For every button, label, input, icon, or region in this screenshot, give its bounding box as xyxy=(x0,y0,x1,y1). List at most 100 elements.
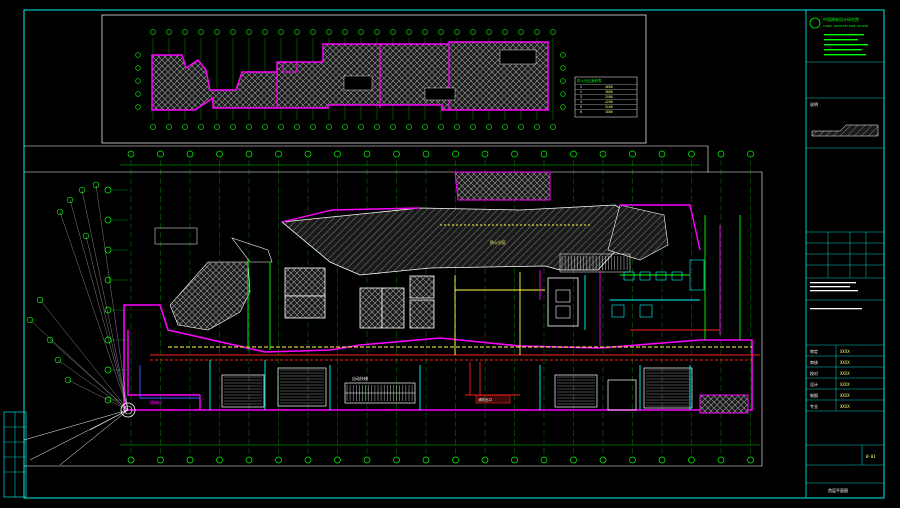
grid-bubble-icon xyxy=(454,124,460,130)
grid-bubble-icon xyxy=(363,456,371,464)
sheet-title: 首层平面图 xyxy=(828,487,848,493)
signoff-label: 审核 xyxy=(810,359,818,365)
stair-cores-lower xyxy=(221,367,693,411)
grid-bubble-icon xyxy=(452,150,459,158)
section-detail-sketch xyxy=(811,124,879,137)
legend-area: 4600 xyxy=(605,85,613,89)
grid-bubble-icon xyxy=(393,150,400,158)
grid-bubble-icon xyxy=(182,29,188,35)
grid-bubble-icon xyxy=(502,29,508,35)
company-logo-icon xyxy=(809,17,821,29)
grid-bubble-icon xyxy=(481,150,489,158)
grid-bubble-icon xyxy=(599,456,607,464)
legend-zone: 2 xyxy=(580,90,582,94)
grid-bubble-icon xyxy=(358,124,364,130)
grid-bubble-icon xyxy=(245,456,253,464)
grid-bubble-icon xyxy=(422,456,430,464)
grid-bubble-icon xyxy=(310,29,316,35)
grid-bubble-icon xyxy=(166,124,172,130)
grid-bubble-icon xyxy=(560,104,566,110)
notes-section-label: 说明 xyxy=(810,101,818,107)
grid-bubble-icon xyxy=(135,52,141,58)
signoff-label: 制图 xyxy=(810,392,818,398)
signoff-table: 审定 XXXX 审核 XXXX 校对 XXXX 设计 XXXX 制图 XXXX … xyxy=(806,345,884,412)
grid-bubble-icon xyxy=(135,65,141,71)
grid-bubble-icon xyxy=(104,276,112,284)
signoff-label: 设计 xyxy=(810,381,818,387)
grid-bubble-icon xyxy=(326,124,332,130)
grid-bubble-icon xyxy=(390,124,396,130)
grid-bubble-icon xyxy=(198,29,204,35)
legend-area: 3800 xyxy=(605,90,613,94)
grid-bubble-icon xyxy=(214,29,220,35)
grid-bubble-icon xyxy=(422,124,428,130)
stair-block-left xyxy=(169,261,251,331)
grid-bubble-icon xyxy=(454,29,460,35)
legend-area: 1800 xyxy=(605,110,613,114)
grid-bubble-icon xyxy=(747,150,754,158)
signoff-value: XXXX xyxy=(840,382,850,387)
grid-bubble-icon xyxy=(511,456,518,464)
legend-area: 4200 xyxy=(605,100,613,104)
grid-bubble-icon xyxy=(470,29,476,35)
grid-bubble-icon xyxy=(570,456,577,464)
grid-bubble-icon xyxy=(186,456,194,464)
signoff-label: 审定 xyxy=(810,348,818,354)
grid-bubble-icon xyxy=(747,456,754,464)
grid-bubble-icon xyxy=(135,91,141,97)
grid-bubble-icon xyxy=(230,29,236,35)
signoff-value: XXXX xyxy=(840,349,850,354)
grid-bubble-icon xyxy=(422,150,430,158)
legend-zone: 6 xyxy=(580,110,582,114)
grid-bubble-icon xyxy=(334,456,341,464)
grid-bubble-icon xyxy=(363,150,371,158)
grid-bubble-icon xyxy=(104,216,112,224)
grid-bubble-icon xyxy=(438,124,444,130)
grid-bubble-icon xyxy=(278,124,284,130)
grid-bubble-icon xyxy=(374,124,380,130)
legend-zone: 1 xyxy=(580,85,582,89)
grid-bubble-icon xyxy=(216,150,223,158)
grid-bubble-icon xyxy=(470,124,476,130)
grid-bubble-icon xyxy=(422,29,428,35)
grid-bubble-icon xyxy=(486,124,492,130)
grid-bubble-icon xyxy=(406,124,412,130)
fire-exit-label: 消防出口 xyxy=(478,397,492,402)
grid-bubble-icon xyxy=(560,78,566,84)
grid-bubble-icon xyxy=(230,124,236,130)
grid-bubble-icon xyxy=(214,124,220,130)
grid-bubble-icon xyxy=(104,186,112,194)
grid-bubble-icon xyxy=(658,150,666,158)
grid-bubble-icon xyxy=(104,306,112,314)
grid-bubble-icon xyxy=(104,246,112,254)
grid-bubble-icon xyxy=(135,104,141,110)
grid-bubble-icon xyxy=(135,78,141,84)
grid-bubble-icon xyxy=(550,29,556,35)
legend-area: 2500 xyxy=(605,95,613,99)
signoff-value: XXXX xyxy=(840,404,850,409)
grid-bubble-icon xyxy=(560,52,566,58)
radial-grid-bubbles xyxy=(26,181,129,411)
legend-zone: 5 xyxy=(580,105,582,109)
signoff-value: XXXX xyxy=(840,360,850,365)
grid-bubble-icon xyxy=(104,366,112,374)
grid-bubble-icon xyxy=(275,456,282,464)
grid-bubble-icon xyxy=(150,124,156,130)
grid-bubble-icon xyxy=(127,456,135,464)
grid-bubble-icon xyxy=(358,29,364,35)
grid-bubble-icon xyxy=(127,150,135,158)
grid-bubble-icon xyxy=(342,29,348,35)
company-subtitle: CHINA ARCHITECTURE DESIGN xyxy=(823,24,868,28)
fire-zone-area-table: 防火分区面积表 1 4600 2 3800 3 2500 4 4200 5 3100 6 1800 xyxy=(574,76,638,118)
escalator-lower: 自动扶梯 xyxy=(344,375,416,404)
grid-bubble-icon xyxy=(560,91,566,97)
grid-bubble-icon xyxy=(629,456,636,464)
grid-bubble-icon xyxy=(334,150,341,158)
grid-bubble-icon xyxy=(326,29,332,35)
grid-bubble-icon xyxy=(262,124,268,130)
grid-bubble-icon xyxy=(186,150,194,158)
grid-bubble-icon xyxy=(262,29,268,35)
grid-bubble-icon xyxy=(157,150,164,158)
grid-bubble-icon xyxy=(560,65,566,71)
grid-bubble-icon xyxy=(342,124,348,130)
